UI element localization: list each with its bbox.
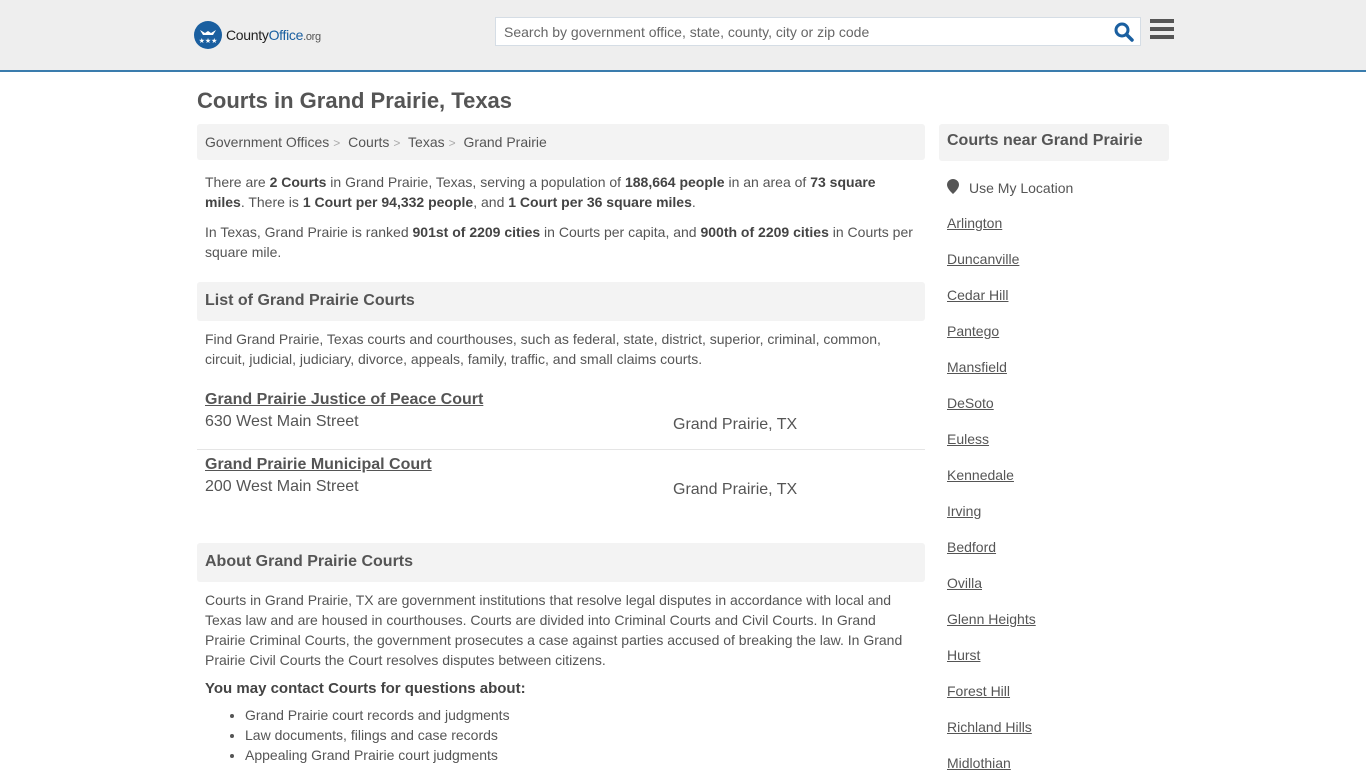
nearby-city-item: Glenn Heights: [947, 601, 1169, 637]
nearby-city-item: Kennedale: [947, 457, 1169, 493]
nearby-city-item: Cedar Hill: [947, 277, 1169, 313]
nearby-city-item: Arlington: [947, 205, 1169, 241]
nearby-city-item: Ovilla: [947, 565, 1169, 601]
search-icon[interactable]: [1114, 22, 1134, 42]
court-city: Grand Prairie, TX: [673, 416, 798, 433]
court-item: Grand Prairie Municipal Court 200 West M…: [197, 450, 925, 515]
contact-item: Appealing Grand Prairie court judgments: [245, 745, 925, 765]
list-section-heading: List of Grand Prairie Courts: [197, 282, 925, 321]
nearby-city-link[interactable]: DeSoto: [947, 395, 994, 411]
nearby-city-link[interactable]: Pantego: [947, 323, 999, 339]
nearby-city-item: Midlothian: [947, 745, 1169, 781]
breadcrumb-separator: >: [393, 136, 401, 150]
nearby-city-link[interactable]: Ovilla: [947, 575, 982, 591]
breadcrumb-texas[interactable]: Texas: [408, 134, 445, 150]
nearby-city-link[interactable]: Forest Hill: [947, 683, 1010, 699]
breadcrumb: Government Offices > Courts > Texas > Grand…: [197, 124, 925, 160]
nearby-city-item: Bedford: [947, 529, 1169, 565]
court-link[interactable]: Grand Prairie Justice of Peace Court: [205, 385, 917, 409]
nearby-city-link[interactable]: Mansfield: [947, 359, 1007, 375]
eagle-stars-logo-icon: ★★★: [194, 21, 222, 49]
nearby-city-link[interactable]: Irving: [947, 503, 981, 519]
about-section-heading: About Grand Prairie Courts: [197, 543, 925, 582]
court-link[interactable]: Grand Prairie Municipal Court: [205, 450, 917, 474]
logo-text: CountyOffice.org: [226, 27, 321, 43]
nearby-city-link[interactable]: Richland Hills: [947, 719, 1032, 735]
use-location-row: Use My Location: [939, 179, 1169, 197]
nearby-city-item: Pantego: [947, 313, 1169, 349]
search-box: [495, 17, 1141, 46]
nearby-city-item: Hurst: [947, 637, 1169, 673]
svg-text:★★★: ★★★: [199, 37, 218, 45]
nearby-city-item: Irving: [947, 493, 1169, 529]
nearby-city-link[interactable]: Euless: [947, 431, 989, 447]
court-city: Grand Prairie, TX: [673, 481, 798, 498]
nearby-cities-list: Arlington Duncanville Cedar Hill Pantego Man…: [939, 205, 1169, 781]
ranking-paragraph: In Texas, Grand Prairie is ranked 901st …: [205, 224, 913, 260]
court-item: Grand Prairie Justice of Peace Court 630…: [197, 385, 925, 450]
contact-item: Grand Prairie court records and judgment…: [245, 705, 925, 725]
search-input[interactable]: [496, 18, 1096, 45]
nearby-city-link[interactable]: Bedford: [947, 539, 996, 555]
nearby-city-item: Duncanville: [947, 241, 1169, 277]
nearby-city-item: Richland Hills: [947, 709, 1169, 745]
use-my-location-link[interactable]: Use My Location: [969, 180, 1073, 196]
about-body: Courts in Grand Prairie, TX are governme…: [205, 592, 903, 668]
hamburger-menu-icon[interactable]: [1150, 19, 1174, 41]
nearby-city-link[interactable]: Duncanville: [947, 251, 1019, 267]
list-intro: Find Grand Prairie, Texas courts and cou…: [205, 331, 881, 367]
site-logo[interactable]: ★★★ CountyOffice.org: [194, 21, 321, 49]
nearby-city-link[interactable]: Cedar Hill: [947, 287, 1008, 303]
main-content: Government Offices > Courts > Texas > Grand…: [197, 124, 925, 765]
nearby-city-link[interactable]: Arlington: [947, 215, 1002, 231]
nearby-city-link[interactable]: Glenn Heights: [947, 611, 1036, 627]
contact-item: Law documents, filings and case records: [245, 725, 925, 745]
nearby-city-link[interactable]: Hurst: [947, 647, 980, 663]
map-pin-icon: [947, 179, 959, 197]
nearby-city-item: Euless: [947, 421, 1169, 457]
court-list: Grand Prairie Justice of Peace Court 630…: [197, 385, 925, 515]
sidebar-heading: Courts near Grand Prairie: [939, 124, 1169, 161]
contact-list: Grand Prairie court records and judgment…: [197, 705, 925, 765]
nearby-city-item: Mansfield: [947, 349, 1169, 385]
breadcrumb-grand-prairie[interactable]: Grand Prairie: [464, 134, 547, 150]
nearby-city-link[interactable]: Midlothian: [947, 755, 1011, 771]
breadcrumb-separator: >: [448, 136, 456, 150]
court-address: 200 West Main Street: [205, 478, 359, 495]
nearby-city-link[interactable]: Kennedale: [947, 467, 1014, 483]
breadcrumb-separator: >: [333, 136, 341, 150]
breadcrumb-government-offices[interactable]: Government Offices: [205, 134, 329, 150]
page-title: Courts in Grand Prairie, Texas: [197, 88, 513, 113]
summary-paragraph: There are 2 Courts in Grand Prairie, Tex…: [205, 174, 876, 210]
contact-heading: You may contact Courts for questions abo…: [205, 680, 526, 697]
nearby-city-item: Forest Hill: [947, 673, 1169, 709]
breadcrumb-courts[interactable]: Courts: [348, 134, 389, 150]
court-address: 630 West Main Street: [205, 413, 359, 430]
sidebar: Courts near Grand Prairie Use My Locatio…: [939, 124, 1169, 781]
site-header: ★★★ CountyOffice.org: [0, 0, 1366, 72]
nearby-city-item: DeSoto: [947, 385, 1169, 421]
